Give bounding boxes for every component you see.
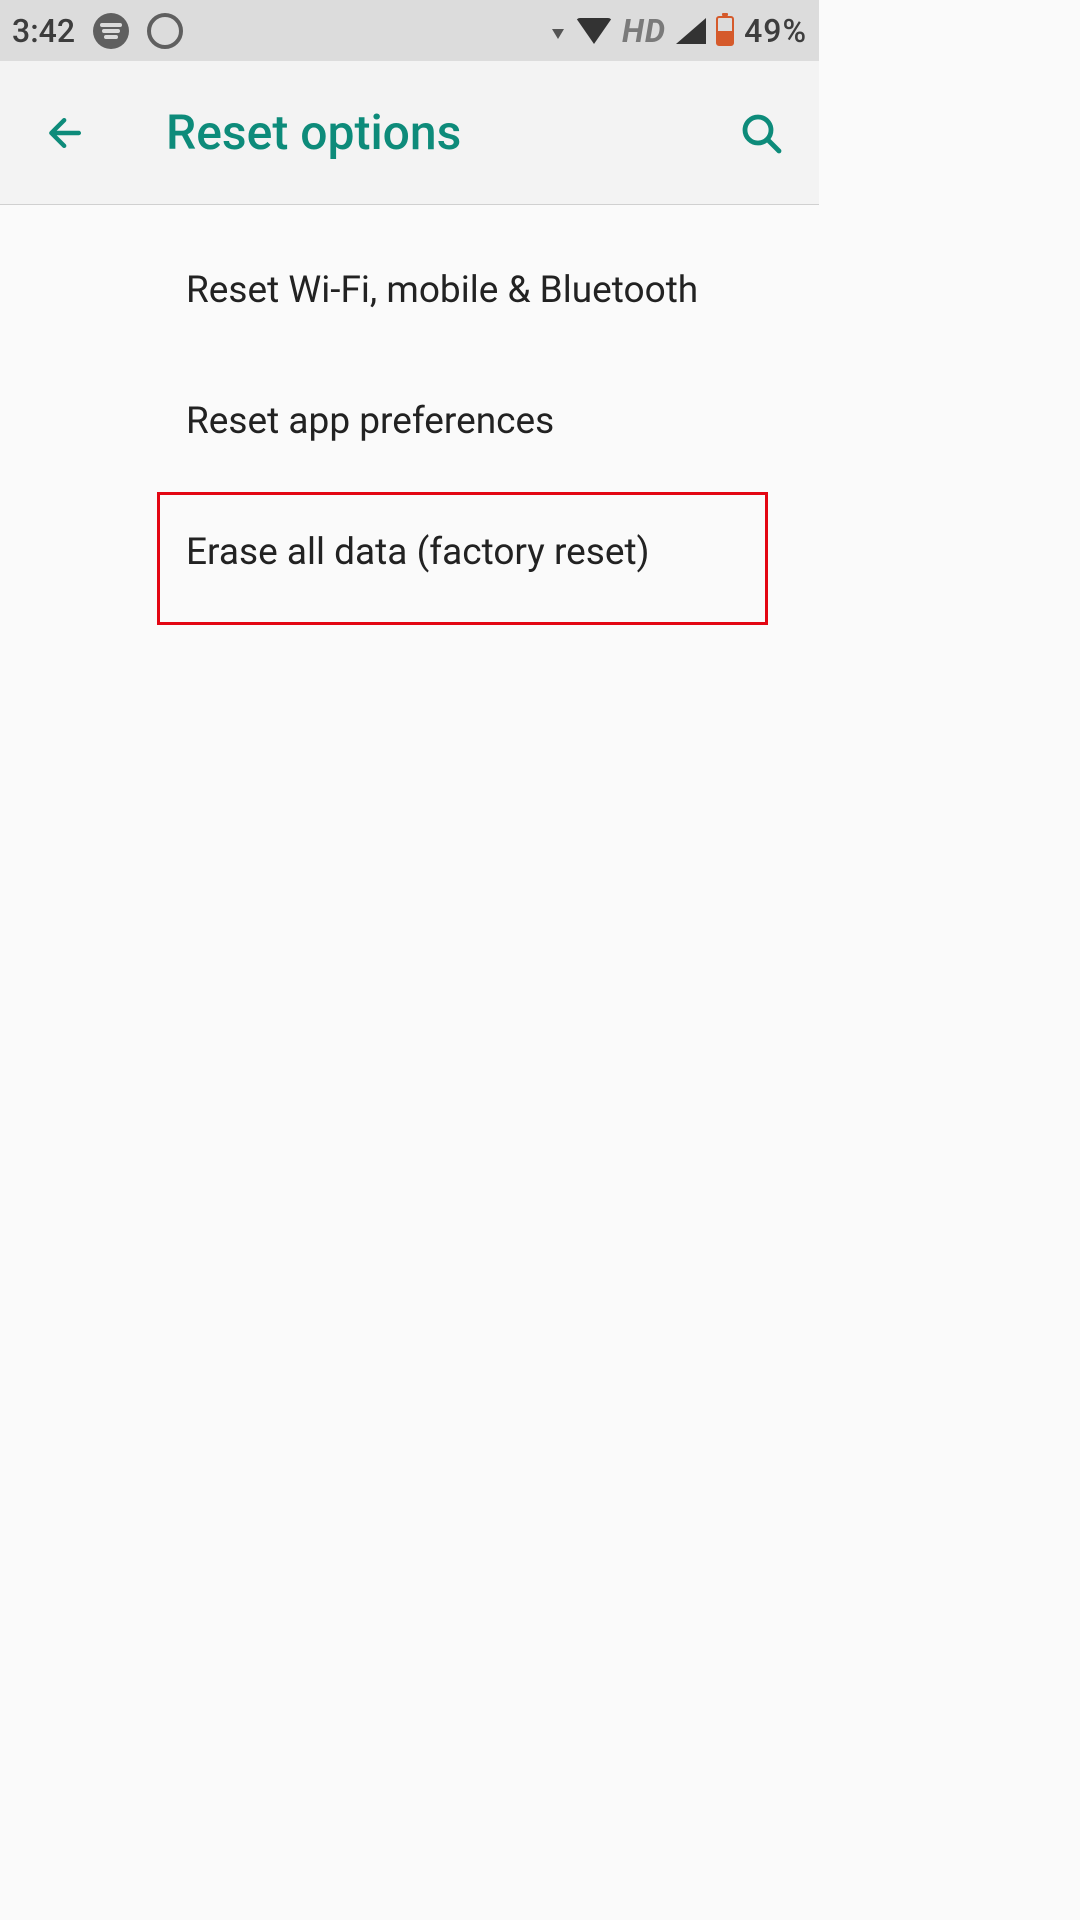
dropdown-caret-icon: [552, 29, 564, 39]
status-right-cluster: HD 49%: [552, 12, 807, 50]
back-button[interactable]: [36, 103, 96, 163]
option-label: Erase all data (factory reset): [186, 531, 650, 574]
search-icon: [737, 109, 785, 157]
wifi-icon: [576, 18, 612, 44]
circle-outline-icon: [147, 13, 183, 49]
reset-app-prefs-option[interactable]: Reset app preferences: [0, 356, 819, 487]
option-label: Reset Wi-Fi, mobile & Bluetooth: [186, 269, 698, 312]
option-label: Reset app preferences: [186, 400, 554, 443]
cellular-signal-icon: [676, 18, 706, 44]
app-bar: Reset options: [0, 61, 819, 205]
factory-reset-option[interactable]: Erase all data (factory reset): [0, 487, 819, 618]
status-time: 3:42: [12, 12, 75, 50]
spotify-icon: [93, 13, 129, 49]
battery-percentage: 49%: [744, 12, 807, 50]
battery-level: [718, 31, 732, 44]
battery-icon: [716, 16, 734, 46]
status-left-cluster: 3:42: [12, 12, 183, 50]
reset-options-list: Reset Wi-Fi, mobile & Bluetooth Reset ap…: [0, 205, 819, 618]
reset-network-option[interactable]: Reset Wi-Fi, mobile & Bluetooth: [0, 225, 819, 356]
page-title: Reset options: [166, 104, 461, 161]
status-bar: 3:42 HD 49%: [0, 0, 819, 61]
arrow-left-icon: [44, 111, 88, 155]
search-button[interactable]: [731, 103, 791, 163]
hd-indicator: HD: [622, 12, 666, 50]
